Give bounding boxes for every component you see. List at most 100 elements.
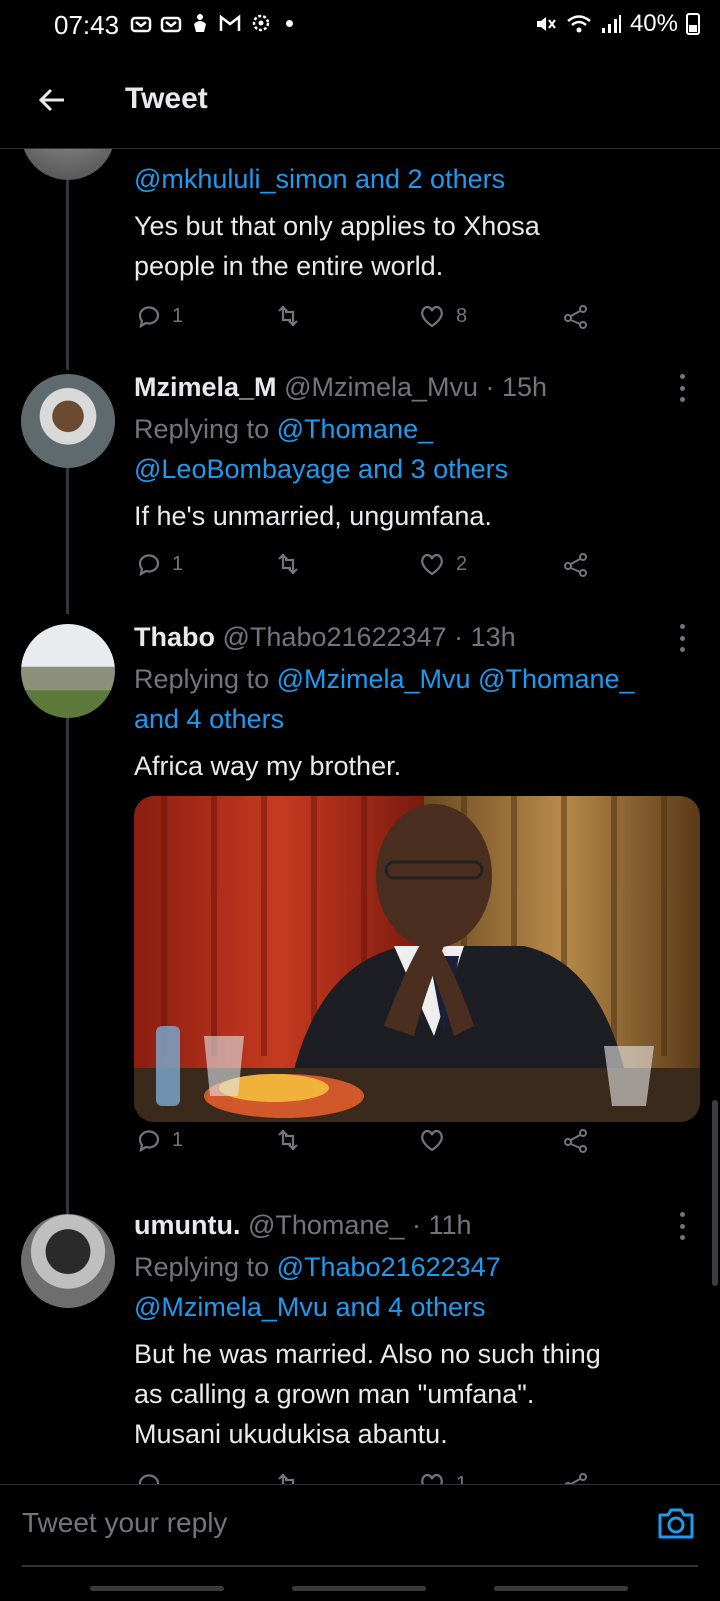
reply-button[interactable]: 1 [134,302,183,330]
author-name[interactable]: Thabo [134,622,215,652]
gmail-icon [219,14,241,31]
nav-recents-gesture[interactable] [494,1586,628,1591]
reply-composer: Tweet your reply [0,1484,720,1601]
retweet-button[interactable] [274,1470,302,1484]
retweet-icon [278,305,298,327]
share-button[interactable] [562,550,590,578]
like-count: 1 [456,1472,468,1485]
notification-icons [130,12,293,34]
reply-icon [138,1130,160,1153]
more-options-button[interactable] [672,374,692,402]
author-name[interactable]: umuntu. [134,1210,240,1240]
retweet-button[interactable] [274,550,312,578]
back-button[interactable] [28,76,76,124]
mail-icon [160,16,182,33]
mention-link[interactable]: @Mzimela_Mvu @Thomane_ [277,664,635,694]
battery-percent: 40% [629,10,678,37]
reply-count: 1 [172,304,184,327]
tweet-text-line: Africa way my brother. [134,751,402,781]
status-time: 07:43 [54,10,120,40]
nav-home-gesture[interactable] [292,1586,426,1591]
camera-button[interactable] [654,1501,698,1545]
like-button[interactable]: 2 [418,550,467,578]
camera-icon [658,1508,694,1539]
reply-mentions: Replying to @Mzimela_Mvu @Thomane_ [134,664,635,695]
reply-icon [138,306,160,329]
mention-link[interactable]: @Mzimela_Mvu and 4 others [134,1292,486,1322]
author-handle-time: @Mzimela_Mvu · 15h [284,372,548,402]
tweet-text: If he's unmarried, ungumfana. [134,496,694,536]
share-icon [564,1129,587,1153]
mention-link[interactable]: @Thomane_ [277,414,434,444]
tweet-text-line: Yes but that only applies to Xhosa [134,211,540,241]
photo-image [134,796,700,1122]
share-button[interactable] [562,1126,590,1154]
mention-link[interactable]: @Thabo21622347 [277,1252,501,1282]
share-icon [564,305,587,329]
reply-button[interactable]: 1 [134,550,183,578]
mention-link[interactable]: and 4 others [134,704,284,734]
tweet-text: Yes but that only applies to Xhosa peopl… [134,206,694,286]
share-button[interactable] [562,302,590,330]
like-button[interactable]: 1 [418,1470,467,1484]
replying-label: Replying to [134,414,270,444]
reply-mentions[interactable]: @LeoBombayage and 3 others [134,454,508,485]
reply-mentions[interactable]: @mkhululi_simon and 2 others [134,164,505,195]
signal-icon [601,15,621,33]
tweet-text: Africa way my brother. [134,746,694,786]
tweet-actions: 1 [134,1126,604,1162]
input-underline [22,1565,698,1567]
reply-mentions[interactable]: @Mzimela_Mvu and 4 others [134,1292,486,1323]
more-options-button[interactable] [672,624,692,652]
hand-icon [194,14,206,32]
retweet-icon [278,1129,298,1151]
avatar[interactable] [21,624,115,718]
tweet-text-line: Musani ukudukisa abantu. [134,1419,448,1449]
like-count: 2 [456,552,468,575]
page-title: Tweet [125,82,208,115]
reply-icon [138,1474,160,1484]
replying-label: Replying to [134,1252,270,1282]
like-button[interactable]: 8 [418,302,467,330]
thread-line [66,170,69,370]
tweet-photo[interactable] [134,796,700,1122]
tweet-text-line: as calling a grown man "umfana". [134,1379,535,1409]
arrow-left-icon [38,88,64,112]
mail-icon [130,16,152,33]
like-button[interactable] [418,1126,456,1154]
more-options-button[interactable] [672,1212,692,1240]
reply-mentions[interactable]: and 4 others [134,704,284,735]
thread-line [66,718,69,1214]
nav-back-gesture[interactable] [90,1586,224,1591]
avatar[interactable] [21,1214,115,1308]
tweet-actions: 1 [134,1470,604,1484]
share-icon [564,553,587,577]
tweet-text-line: If he's unmarried, ungumfana. [134,501,492,531]
author-handle-time: @Thabo21622347 · 13h [222,622,516,652]
like-count: 8 [456,304,468,327]
dot-icon [286,19,293,27]
mention-link[interactable]: @mkhululi_simon and 2 others [134,164,505,194]
retweet-icon [278,553,298,575]
reply-count: 1 [172,1128,184,1151]
author-name[interactable]: Mzimela_M [134,372,277,402]
reply-count: 1 [172,552,184,575]
author-handle-time: @Thomane_ · 11h [248,1210,472,1240]
retweet-button[interactable] [274,1126,312,1154]
mention-link[interactable]: @LeoBombayage and 3 others [134,454,508,484]
tweet-author: umuntu. @Thomane_ · 11h [134,1210,472,1241]
scrollbar[interactable] [712,1100,718,1286]
tweet-author: Thabo @Thabo21622347 · 13h [134,622,516,653]
reply-mentions: Replying to @Thomane_ [134,414,433,445]
avatar[interactable] [21,374,115,468]
mute-icon [536,17,556,31]
share-button[interactable] [562,1470,590,1484]
reply-button[interactable] [134,1470,162,1484]
thread-line [66,468,69,614]
top-bar: Tweet [0,52,720,149]
tweet-text-line: But he was married. Also no such thing [134,1339,601,1369]
retweet-button[interactable] [274,302,312,330]
reply-mentions: Replying to @Thabo21622347 [134,1252,501,1283]
reply-button[interactable]: 1 [134,1126,183,1154]
reply-input[interactable]: Tweet your reply [22,1507,227,1539]
